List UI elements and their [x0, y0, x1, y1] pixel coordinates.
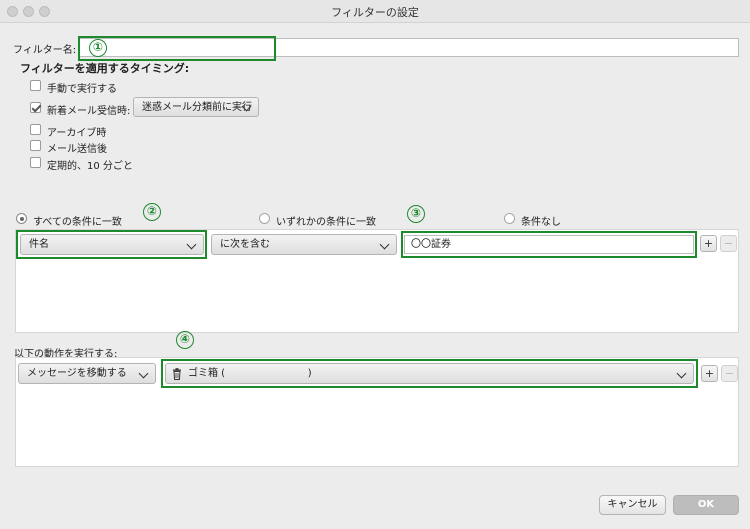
- chevron-down-icon: [138, 368, 149, 379]
- match-any-radio[interactable]: [259, 213, 270, 224]
- add-condition-button[interactable]: +: [700, 235, 717, 252]
- annotation-number-2: ②: [143, 203, 161, 221]
- manual-run-label: 手動で実行する: [47, 84, 117, 95]
- periodic-checkbox[interactable]: [30, 157, 41, 168]
- annotation-box-3: [401, 231, 697, 258]
- remove-condition-button[interactable]: −: [720, 235, 737, 252]
- condition-operator-value: に次を含む: [220, 239, 270, 250]
- annotation-number-1: ①: [89, 39, 107, 57]
- annotation-box-1: [78, 36, 276, 61]
- chevron-down-icon: [379, 239, 390, 250]
- after-send-label: メール送信後: [47, 144, 107, 155]
- archive-checkbox[interactable]: [30, 124, 41, 135]
- new-mail-timing-value: 迷惑メール分類前に実行: [142, 102, 252, 113]
- archive-label: アーカイブ時: [47, 128, 107, 139]
- annotation-box-4: [161, 359, 698, 388]
- annotation-number-3: ③: [407, 205, 425, 223]
- new-mail-checkbox[interactable]: [30, 102, 41, 113]
- remove-action-button[interactable]: −: [721, 365, 738, 382]
- after-send-checkbox[interactable]: [30, 140, 41, 151]
- match-all-label: すべての条件に一致: [33, 217, 122, 228]
- annotation-number-4: ④: [176, 331, 194, 349]
- annotation-box-2: [16, 230, 207, 259]
- match-any-label: いずれかの条件に一致: [276, 217, 376, 228]
- no-condition-label: 条件なし: [521, 217, 561, 228]
- match-all-radio[interactable]: [16, 213, 27, 224]
- action-type-value: メッセージを移動する: [27, 368, 127, 379]
- timing-heading: フィルターを適用するタイミング:: [20, 62, 190, 75]
- ok-button[interactable]: OK: [673, 495, 739, 515]
- add-action-button[interactable]: +: [701, 365, 718, 382]
- new-mail-timing-select[interactable]: 迷惑メール分類前に実行: [133, 97, 259, 117]
- filter-name-label: フィルター名:: [13, 45, 77, 56]
- periodic-label: 定期的、10 分ごと: [47, 161, 133, 172]
- window-title: フィルターの設定: [331, 6, 419, 19]
- action-type-select[interactable]: メッセージを移動する: [18, 363, 156, 384]
- condition-operator-select[interactable]: に次を含む: [211, 234, 397, 255]
- new-mail-label: 新着メール受信時:: [47, 106, 131, 117]
- manual-run-checkbox[interactable]: [30, 80, 41, 91]
- no-condition-radio[interactable]: [504, 213, 515, 224]
- cancel-button[interactable]: キャンセル: [599, 495, 666, 515]
